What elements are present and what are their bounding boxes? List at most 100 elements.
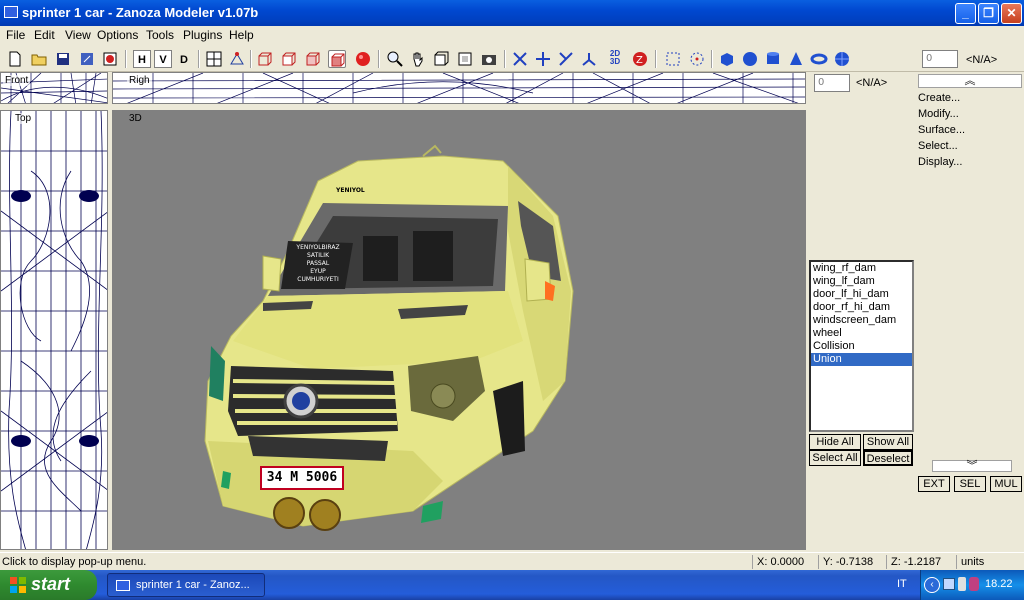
- cone-primitive-icon[interactable]: [787, 50, 805, 68]
- layout-icon[interactable]: [205, 50, 223, 68]
- list-item-selected[interactable]: Union: [811, 353, 912, 366]
- view-h-button[interactable]: H: [133, 50, 151, 68]
- usb-icon[interactable]: [958, 577, 966, 591]
- export-icon[interactable]: [101, 50, 119, 68]
- sign-line: EYUP: [310, 268, 326, 275]
- list-item[interactable]: door_lf_hi_dam: [811, 288, 912, 301]
- start-label: start: [31, 574, 71, 594]
- zoom-icon[interactable]: [386, 50, 404, 68]
- restore-button[interactable]: ❐: [978, 3, 999, 24]
- list-item[interactable]: Collision: [811, 340, 912, 353]
- cube-wire-icon[interactable]: [256, 50, 274, 68]
- list-item[interactable]: windscreen_dam: [811, 314, 912, 327]
- coord-2d3d-toggle[interactable]: 2D 3D: [606, 50, 624, 68]
- front-viewport[interactable]: Front: [0, 72, 108, 104]
- camera-icon[interactable]: [480, 50, 498, 68]
- sel-button[interactable]: SEL: [954, 476, 986, 492]
- mul-button[interactable]: MUL: [990, 476, 1022, 492]
- 3d-viewport-label: 3D: [129, 113, 142, 124]
- menu-file[interactable]: File: [6, 28, 25, 42]
- separator: [655, 50, 657, 68]
- separator: [198, 50, 200, 68]
- tray-app-icon[interactable]: [969, 577, 979, 591]
- cube-textured-icon[interactable]: [328, 50, 346, 68]
- taskbar-app-label: sprinter 1 car - Zanoz...: [136, 579, 250, 591]
- select-rect-icon[interactable]: [664, 50, 682, 68]
- save-as-icon[interactable]: [78, 50, 96, 68]
- axis-icon[interactable]: [580, 50, 598, 68]
- close-button[interactable]: ✕: [1001, 3, 1022, 24]
- scale-icon[interactable]: [534, 50, 552, 68]
- cube-flat-icon[interactable]: [280, 50, 298, 68]
- deselect-button[interactable]: Deselect: [863, 450, 913, 466]
- tray-expand-icon[interactable]: ‹: [924, 577, 940, 593]
- status-hint: Click to display pop-up menu.: [2, 556, 147, 568]
- right-viewport[interactable]: Righ: [112, 72, 806, 104]
- select-point-icon[interactable]: [688, 50, 706, 68]
- menu-edit[interactable]: Edit: [34, 28, 55, 42]
- separator: [711, 50, 713, 68]
- collapse-up-icon[interactable]: ︽: [918, 74, 1022, 88]
- front-viewport-label: Front: [3, 75, 31, 86]
- menu-plugins[interactable]: Plugins: [183, 28, 222, 42]
- create-command[interactable]: Create...: [918, 92, 960, 104]
- list-item[interactable]: wheel: [811, 327, 912, 340]
- status-units: units: [956, 555, 984, 569]
- save-icon[interactable]: [54, 50, 72, 68]
- menu-help[interactable]: Help: [229, 28, 254, 42]
- list-item[interactable]: door_rf_hi_dam: [811, 301, 912, 314]
- surface-command[interactable]: Surface...: [918, 124, 965, 136]
- status-x: X: 0.0000: [752, 555, 804, 569]
- show-all-button[interactable]: Show All: [863, 434, 913, 450]
- display-command[interactable]: Display...: [918, 156, 962, 168]
- hide-all-button[interactable]: Hide All: [809, 434, 861, 450]
- select-command[interactable]: Select...: [918, 140, 958, 152]
- status-y: Y: -0.7138: [818, 555, 873, 569]
- start-button[interactable]: start: [0, 570, 97, 600]
- network-icon[interactable]: [943, 578, 955, 590]
- separator: [125, 50, 127, 68]
- geosphere-primitive-icon[interactable]: [833, 50, 851, 68]
- view-d-button[interactable]: D: [175, 50, 193, 68]
- 3d-viewport[interactable]: YENIYOL YENIYOLBIRAZ SATILIK PASSAL EYUP…: [112, 110, 806, 550]
- sphere-primitive-icon[interactable]: [741, 50, 759, 68]
- pan-hand-icon[interactable]: [409, 50, 427, 68]
- taskbar: start sprinter 1 car - Zanoz... IT ‹ 18.…: [0, 570, 1024, 600]
- select-all-button[interactable]: Select All: [809, 450, 861, 466]
- list-item[interactable]: wing_lf_dam: [811, 275, 912, 288]
- sign-line: YENIYOLBIRAZ: [296, 244, 340, 251]
- top-viewport-label: Top: [13, 113, 34, 124]
- language-indicator[interactable]: IT: [897, 578, 907, 590]
- vertex-icon[interactable]: [228, 50, 246, 68]
- modify-command[interactable]: Modify...: [918, 108, 959, 120]
- sphere-render-icon[interactable]: [354, 50, 372, 68]
- move-icon[interactable]: [511, 50, 529, 68]
- menu-tools[interactable]: Tools: [146, 28, 174, 42]
- license-plate: 34 M 5006: [266, 470, 338, 485]
- top-viewport[interactable]: Top: [0, 110, 108, 550]
- ext-button[interactable]: EXT: [918, 476, 950, 492]
- list-item[interactable]: wing_rf_dam: [811, 262, 912, 275]
- cube-smooth-icon[interactable]: [304, 50, 322, 68]
- rotate-view-icon[interactable]: [432, 50, 450, 68]
- torus-primitive-icon[interactable]: [810, 50, 828, 68]
- subframe-spinner[interactable]: 0: [814, 74, 850, 92]
- clock[interactable]: 18.22: [985, 578, 1013, 590]
- fit-view-icon[interactable]: [456, 50, 474, 68]
- object-list[interactable]: wing_rf_dam wing_lf_dam door_lf_hi_dam d…: [809, 260, 914, 432]
- cylinder-primitive-icon[interactable]: [764, 50, 782, 68]
- taskbar-app-button[interactable]: sprinter 1 car - Zanoz...: [107, 573, 265, 597]
- top-wireframe: [1, 111, 107, 549]
- box-primitive-icon[interactable]: [718, 50, 736, 68]
- windows-logo-icon: [10, 577, 26, 593]
- menu-options[interactable]: Options: [97, 28, 138, 42]
- rotate-icon[interactable]: [557, 50, 575, 68]
- minimize-button[interactable]: _: [955, 3, 976, 24]
- menu-view[interactable]: View: [65, 28, 91, 42]
- snap-icon[interactable]: Z: [631, 50, 649, 68]
- open-folder-icon[interactable]: [30, 50, 48, 68]
- view-v-button[interactable]: V: [154, 50, 172, 68]
- frame-spinner[interactable]: 0: [922, 50, 958, 68]
- new-file-icon[interactable]: [6, 50, 24, 68]
- collapse-down-icon[interactable]: ︾: [932, 460, 1012, 472]
